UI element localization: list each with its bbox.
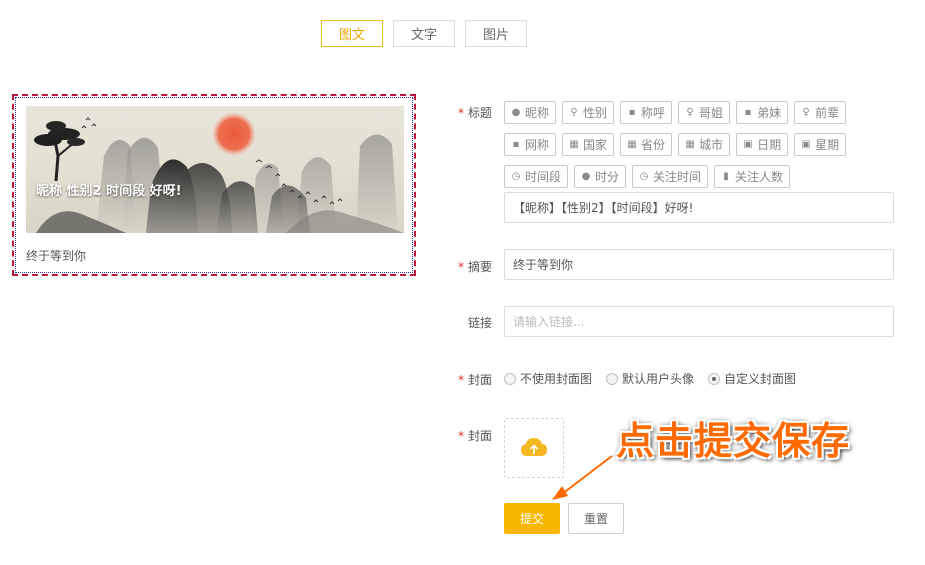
summary-input[interactable]: 终于等到你: [504, 249, 894, 280]
person-icon: ▪: [512, 138, 520, 150]
tag-gender[interactable]: ⚲ 性别: [562, 101, 615, 124]
radio-label: 默认用户头像: [622, 372, 695, 386]
preview-title: 昵称 性别2 时间段 好呀!: [36, 184, 182, 199]
cover-type-radio-group: 不使用封面图 默认用户头像 自定义封面图: [504, 370, 796, 387]
tag-label: 关注人数: [735, 170, 784, 184]
tag-label: 省份: [641, 138, 666, 152]
map-icon: ▦: [627, 138, 637, 150]
female-icon: ♀: [686, 106, 694, 118]
cover-label: * 封面: [432, 427, 492, 444]
radio-circle-checked: [708, 372, 721, 385]
clock-fill-icon: ●: [581, 170, 591, 182]
cover-type-label-text: 封面: [467, 373, 492, 387]
required-mark: *: [457, 429, 464, 443]
reset-button[interactable]: 重置: [568, 503, 624, 534]
required-mark: *: [457, 373, 464, 387]
tag-label: 昵称: [525, 106, 550, 120]
radio-label: 不使用封面图: [520, 372, 593, 386]
timer-icon: ◷: [511, 170, 521, 182]
tag-label: 城市: [699, 138, 724, 152]
tag-hour-minute[interactable]: ● 时分: [574, 165, 627, 188]
title-input[interactable]: 【昵称】【性别2】【时间段】好呀!: [504, 192, 894, 223]
tab-image-text[interactable]: 图文: [321, 20, 383, 47]
tag-label: 网称: [525, 138, 550, 152]
calendar-icon: ▣: [743, 138, 753, 150]
tag-label: 国家: [583, 138, 608, 152]
radio-circle: [606, 372, 619, 385]
required-mark: *: [457, 260, 464, 274]
tag-follow-time[interactable]: ◷ 关注时间: [632, 165, 709, 188]
user-icon: ●: [511, 106, 521, 118]
tag-sibling-elder[interactable]: ♀ 哥姐: [678, 101, 731, 124]
cloud-upload-icon: [521, 438, 547, 456]
person-icon: ▪: [628, 106, 636, 118]
clock-icon: ◷: [639, 170, 649, 182]
link-input[interactable]: 请输入链接...: [504, 306, 894, 337]
preview-cover-image: 昵称 性别2 时间段 好呀!: [26, 106, 404, 233]
title-label: * 标题: [432, 104, 492, 121]
gender-icon: ⚲: [570, 106, 578, 118]
tag-label: 日期: [757, 138, 782, 152]
cover-upload[interactable]: [504, 418, 564, 478]
map-icon: ▦: [685, 138, 695, 150]
tag-province[interactable]: ▦ 省份: [620, 133, 673, 156]
link-label: 链接: [432, 314, 492, 331]
tag-nickname[interactable]: ● 昵称: [504, 101, 557, 124]
calendar-icon: ▣: [801, 138, 811, 150]
tag-senior[interactable]: ♀ 前辈: [794, 101, 847, 124]
title-label-text: 标题: [467, 106, 492, 120]
tag-label: 称呼: [641, 106, 666, 120]
radio-label: 自定义封面图: [724, 372, 797, 386]
tag-weekday[interactable]: ▣ 星期: [794, 133, 847, 156]
cover-type-label: * 封面: [432, 371, 492, 388]
radio-no-cover[interactable]: 不使用封面图: [504, 370, 592, 387]
tag-time-period[interactable]: ◷ 时间段: [504, 165, 569, 188]
radio-custom-cover[interactable]: 自定义封面图: [708, 370, 796, 387]
content-type-tabs: 图文 文字 图片: [321, 20, 527, 47]
cover-label-text: 封面: [467, 429, 492, 443]
tag-sibling-younger[interactable]: ▪ 弟妹: [736, 101, 789, 124]
tag-row-3: ◷ 时间段 ● 时分 ◷ 关注时间 ▮ 关注人数: [504, 165, 864, 188]
link-label-text: 链接: [467, 316, 492, 330]
tag-label: 时间段: [525, 170, 562, 184]
page: 图文 文字 图片 昵称 性别2 时间段 好呀! 终于等到你 * 标题 ● 昵称 …: [0, 0, 925, 565]
tag-country[interactable]: ▦ 国家: [562, 133, 615, 156]
tag-label: 弟妹: [757, 106, 782, 120]
tag-label: 时分: [595, 170, 620, 184]
tab-image[interactable]: 图片: [465, 20, 527, 47]
tag-row-2: ▪ 网称 ▦ 国家 ▦ 省份 ▦ 城市 ▣ 日期 ▣ 星期: [504, 133, 864, 156]
radio-circle: [504, 372, 516, 385]
tag-label: 性别: [583, 106, 608, 120]
tag-address[interactable]: ▪ 称呼: [620, 101, 673, 124]
preview-summary: 终于等到你: [26, 249, 87, 263]
submit-button[interactable]: 提交: [504, 503, 560, 534]
tag-date[interactable]: ▣ 日期: [736, 133, 789, 156]
summary-label-text: 摘要: [467, 260, 492, 274]
tag-row-1: ● 昵称 ⚲ 性别 ▪ 称呼 ♀ 哥姐 ▪ 弟妹 ♀ 前辈: [504, 101, 864, 124]
tag-label: 前辈: [815, 106, 840, 120]
map-icon: ▦: [569, 138, 579, 150]
tag-label: 星期: [815, 138, 840, 152]
tab-text[interactable]: 文字: [393, 20, 455, 47]
preview-card: 昵称 性别2 时间段 好呀! 终于等到你: [12, 94, 416, 276]
tag-label: 关注时间: [653, 170, 702, 184]
person-icon: ▪: [744, 106, 752, 118]
tag-follower-count[interactable]: ▮ 关注人数: [714, 165, 791, 188]
tag-label: 哥姐: [699, 106, 724, 120]
tag-web-name[interactable]: ▪ 网称: [504, 133, 557, 156]
ink-landscape-illustration: [34, 112, 404, 233]
required-mark: *: [457, 106, 464, 120]
tag-city[interactable]: ▦ 城市: [678, 133, 731, 156]
annotation-callout: 点击提交保存: [616, 419, 851, 463]
doc-icon: ▮: [723, 170, 729, 182]
variable-tags: ● 昵称 ⚲ 性别 ▪ 称呼 ♀ 哥姐 ▪ 弟妹 ♀ 前辈 ▪ 网称 ▦ 国家 ▦ 省份 ▦ 城市 …: [504, 101, 864, 197]
annotation-arrow: [552, 455, 613, 500]
female-icon: ♀: [802, 106, 810, 118]
radio-default-avatar[interactable]: 默认用户头像: [606, 370, 694, 387]
summary-label: * 摘要: [432, 258, 492, 275]
